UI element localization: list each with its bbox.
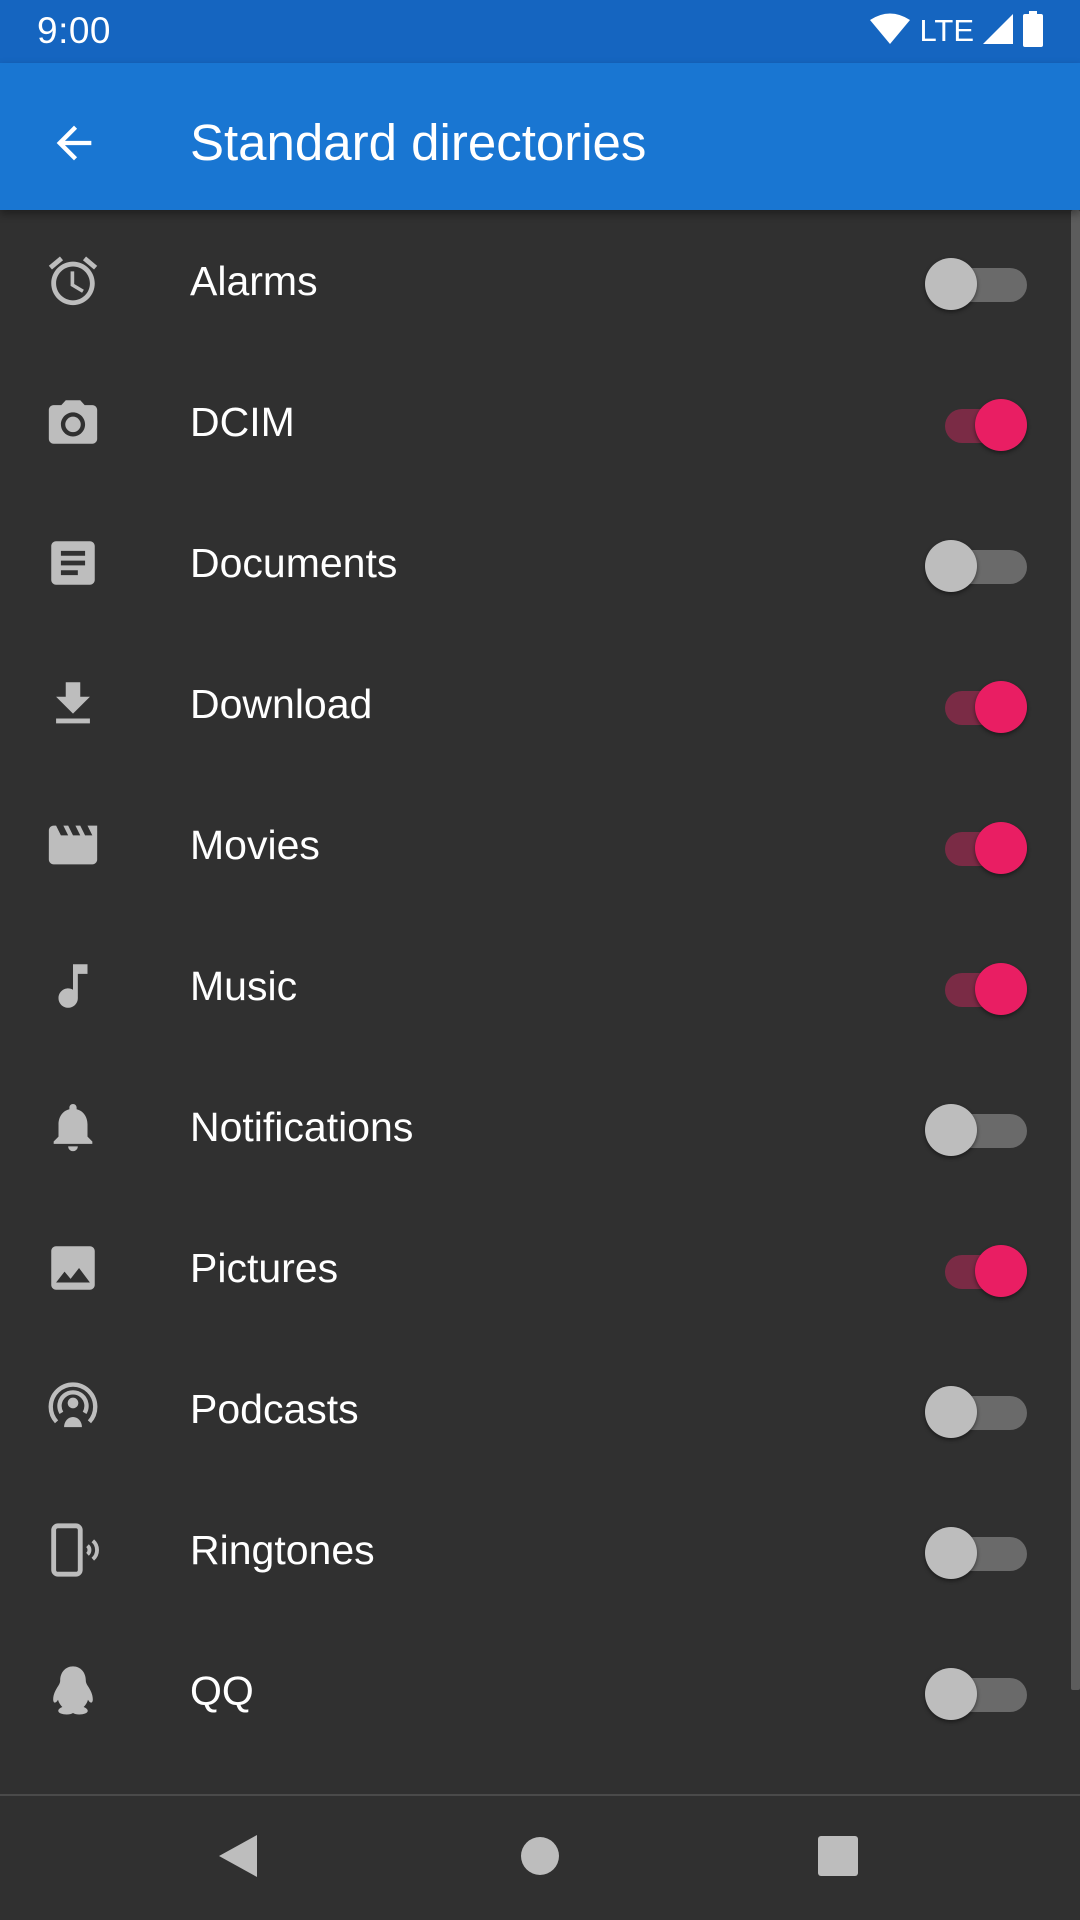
toggle-switch[interactable]	[925, 1098, 1029, 1156]
cell-signal-icon	[982, 13, 1014, 50]
app-bar: Standard directories	[0, 63, 1080, 210]
toggle-switch[interactable]	[925, 816, 1029, 874]
penguin-icon	[44, 1662, 102, 1720]
nav-recents-button[interactable]	[798, 1818, 878, 1898]
music-note-icon	[44, 957, 102, 1015]
list-item-label: QQ	[190, 1668, 254, 1714]
ringtone-icon	[44, 1521, 102, 1579]
list-item-music[interactable]: Music	[0, 915, 1070, 1056]
nav-home-icon	[520, 1836, 560, 1881]
list-item-pictures[interactable]: Pictures	[0, 1197, 1070, 1338]
nav-home-button[interactable]	[500, 1818, 580, 1898]
movie-icon	[44, 816, 102, 874]
list-item-label: DCIM	[190, 399, 295, 445]
list-item-label: Movies	[190, 822, 320, 868]
list-item-alarms[interactable]: Alarms	[0, 210, 1070, 351]
toggle-switch[interactable]	[925, 675, 1029, 733]
nav-back-button[interactable]	[198, 1818, 278, 1898]
screen: 9:00 LTE Standard directories Alarms DCI…	[0, 0, 1080, 1920]
nav-back-icon	[215, 1831, 261, 1886]
toggle-switch[interactable]	[925, 1239, 1029, 1297]
toggle-switch[interactable]	[925, 252, 1029, 310]
list-item-download[interactable]: Download	[0, 633, 1070, 774]
list-item-label: Notifications	[190, 1104, 414, 1150]
list-item-label: Alarms	[190, 258, 318, 304]
list-item-label: Documents	[190, 540, 398, 586]
list-item-dcim[interactable]: DCIM	[0, 351, 1070, 492]
list-item-label: Music	[190, 963, 298, 1009]
page-title: Standard directories	[190, 114, 647, 171]
podcast-icon	[44, 1380, 102, 1438]
arrow-back-icon	[48, 117, 100, 174]
list-item-label: Download	[190, 681, 373, 727]
list-item-notifications[interactable]: Notifications	[0, 1056, 1070, 1197]
list-item-ringtones[interactable]: Ringtones	[0, 1479, 1070, 1620]
toggle-switch[interactable]	[925, 957, 1029, 1015]
wifi-icon	[869, 13, 911, 50]
alarm-icon	[44, 252, 102, 310]
toggle-switch[interactable]	[925, 1380, 1029, 1438]
back-button[interactable]	[32, 103, 116, 187]
toggle-switch[interactable]	[925, 534, 1029, 592]
list-item-label: Ringtones	[190, 1527, 375, 1573]
image-icon	[44, 1239, 102, 1297]
directory-list: Alarms DCIM Documents Download Movies Mu…	[0, 210, 1080, 1761]
navigation-bar	[0, 1796, 1080, 1920]
network-type-label: LTE	[919, 13, 974, 48]
list-item-documents[interactable]: Documents	[0, 492, 1070, 633]
toggle-switch[interactable]	[925, 1662, 1029, 1720]
download-icon	[44, 675, 102, 733]
list-item-podcasts[interactable]: Podcasts	[0, 1338, 1070, 1479]
status-bar: 9:00 LTE	[0, 0, 1080, 63]
bell-icon	[44, 1098, 102, 1156]
document-icon	[44, 534, 102, 592]
battery-icon	[1022, 10, 1044, 52]
toggle-switch[interactable]	[925, 393, 1029, 451]
status-icons: LTE	[869, 10, 1044, 52]
list-item-movies[interactable]: Movies	[0, 774, 1070, 915]
list-item-label: Pictures	[190, 1245, 339, 1291]
scrollbar[interactable]	[1071, 210, 1080, 1690]
camera-icon	[44, 393, 102, 451]
list-item-qq[interactable]: QQ	[0, 1620, 1070, 1761]
nav-recents-icon	[818, 1835, 858, 1881]
status-time: 9:00	[37, 10, 112, 51]
list-item-label: Podcasts	[190, 1386, 359, 1432]
toggle-switch[interactable]	[925, 1521, 1029, 1579]
